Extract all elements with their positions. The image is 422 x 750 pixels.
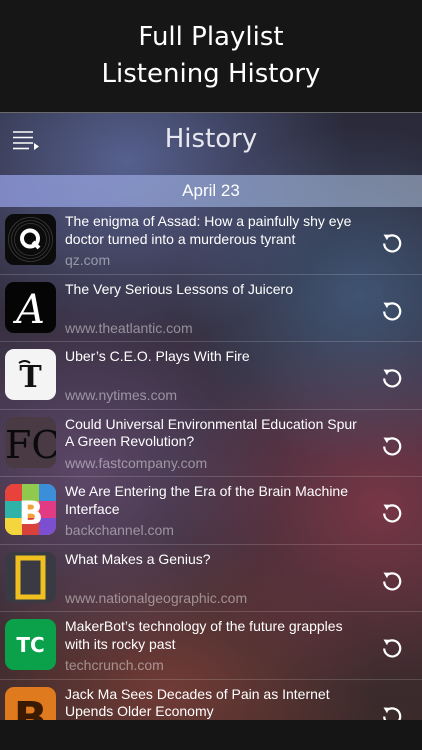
list-item[interactable]: B We Are Entering the Era of the Brain M… bbox=[0, 477, 422, 545]
list-item[interactable]: TC MakerBot’s technology of the future g… bbox=[0, 612, 422, 680]
replay-icon[interactable] bbox=[380, 230, 404, 254]
replay-icon[interactable] bbox=[380, 433, 404, 457]
list-item[interactable]: B Jack Ma Sees Decades of Pain as Intern… bbox=[0, 680, 422, 721]
article-title: Could Universal Environmental Education … bbox=[65, 415, 357, 450]
article-source: www.fastcompany.com bbox=[65, 454, 208, 471]
svg-text:T: T bbox=[19, 360, 42, 395]
promo-line-1: Full Playlist bbox=[138, 22, 284, 52]
list-item[interactable]: FC Could Universal Environmental Educati… bbox=[0, 410, 422, 477]
bottom-bar bbox=[0, 720, 422, 750]
app-screen: History April 23 The enigma of Assad: Ho… bbox=[0, 112, 422, 720]
replay-icon[interactable] bbox=[380, 298, 404, 322]
svg-text:B: B bbox=[19, 494, 43, 532]
promo-line-2: Listening History bbox=[101, 59, 321, 89]
qz-logo-icon bbox=[5, 214, 56, 265]
article-title: MakerBot’s technology of the future grap… bbox=[65, 618, 343, 652]
navigation-bar: History bbox=[0, 113, 422, 173]
replay-icon[interactable] bbox=[380, 365, 404, 389]
list-item[interactable]: The enigma of Assad: How a painfully shy… bbox=[0, 207, 422, 275]
list-item[interactable]: What Makes a Genius? www.nationalgeograp… bbox=[0, 545, 422, 612]
svg-text:B: B bbox=[14, 693, 48, 721]
article-source: www.nytimes.com bbox=[65, 387, 178, 403]
history-list: The enigma of Assad: How a painfully shy… bbox=[0, 207, 422, 720]
bloomberg-logo-icon: B bbox=[5, 686, 56, 721]
article-title: What Makes a Genius? bbox=[65, 550, 211, 567]
page-title: History bbox=[164, 124, 258, 154]
svg-text:A: A bbox=[12, 287, 45, 333]
article-title: We Are Entering the Era of the Brain Mac… bbox=[65, 483, 349, 517]
replay-icon[interactable] bbox=[380, 500, 404, 524]
replay-icon[interactable] bbox=[380, 568, 404, 592]
svg-text:TC: TC bbox=[16, 633, 44, 657]
article-source: backchannel.com bbox=[65, 522, 174, 538]
promo-header: Full Playlist Listening History bbox=[0, 0, 422, 112]
svg-text:FC: FC bbox=[5, 423, 56, 467]
replay-icon[interactable] bbox=[380, 703, 404, 721]
article-source: qz.com bbox=[65, 252, 111, 268]
nytimes-logo-icon: T bbox=[5, 349, 56, 400]
replay-icon[interactable] bbox=[380, 635, 404, 659]
fast-company-logo-icon: FC bbox=[5, 416, 56, 468]
date-section-header: April 23 bbox=[0, 175, 422, 207]
article-source: www.nationalgeographic.com bbox=[65, 589, 248, 606]
techcrunch-logo-icon: TC bbox=[5, 619, 56, 670]
article-title: Uber’s C.E.O. Plays With Fire bbox=[65, 348, 250, 364]
article-title: The Very Serious Lessons of Juicero bbox=[65, 280, 294, 297]
article-source: techcrunch.com bbox=[65, 657, 164, 673]
backchannel-logo-icon: B bbox=[5, 484, 56, 535]
article-source: www.theatlantic.com bbox=[65, 319, 193, 336]
the-atlantic-logo-icon: A bbox=[5, 281, 56, 333]
national-geographic-logo-icon bbox=[5, 551, 56, 603]
article-title: Jack Ma Sees Decades of Pain as Internet… bbox=[65, 685, 330, 720]
list-item[interactable]: A The Very Serious Lessons of Juicero ww… bbox=[0, 275, 422, 342]
list-item[interactable]: T Uber’s C.E.O. Plays With Fire www.nyti… bbox=[0, 342, 422, 410]
article-title: The enigma of Assad: How a painfully shy… bbox=[65, 213, 352, 247]
